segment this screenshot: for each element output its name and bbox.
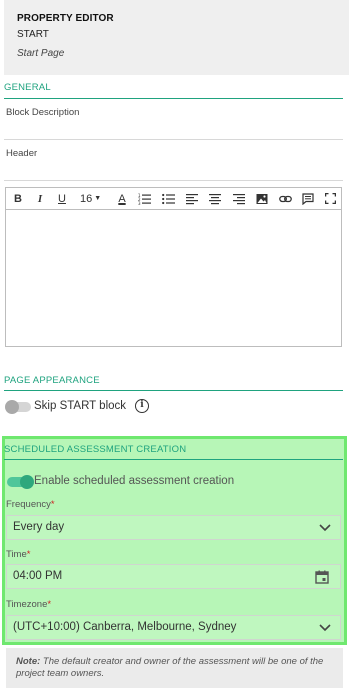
align-left-icon[interactable]: [186, 191, 200, 207]
scheduled-assessment-highlight: [2, 436, 347, 645]
comment-icon[interactable]: [302, 191, 316, 207]
editor-toolbar: B I U 16 ▼ A 123: [6, 188, 341, 210]
fullscreen-icon[interactable]: [325, 191, 339, 207]
caret-down-icon: ▼: [92, 195, 102, 202]
page-name: Start Page: [17, 48, 65, 59]
required-mark: *: [26, 549, 31, 560]
skip-start-toggle[interactable]: [5, 400, 31, 414]
timezone-label-text: Timezone: [6, 599, 48, 610]
info-icon[interactable]: i: [135, 399, 149, 413]
note-label: Note:: [16, 656, 41, 667]
skip-start-label: Skip START block: [34, 400, 127, 412]
toggle-knob: [5, 400, 19, 414]
svg-text:3: 3: [138, 201, 141, 205]
bullet-list-icon[interactable]: [162, 191, 176, 207]
block-name: START: [17, 29, 49, 40]
ordered-list-icon[interactable]: 123: [138, 191, 152, 207]
note-body: The default creator and owner of the ass…: [16, 656, 324, 679]
frequency-select[interactable]: Every day: [6, 515, 341, 540]
property-editor-header: PROPERTY EDITOR START Start Page: [4, 0, 349, 75]
timezone-value: (UTC+10:00) Canberra, Melbourne, Sydney: [13, 621, 237, 633]
font-color-button[interactable]: A: [115, 191, 129, 207]
general-section-title: GENERAL: [4, 82, 51, 93]
timezone-select[interactable]: (UTC+10:00) Canberra, Melbourne, Sydney: [6, 615, 341, 640]
font-size-select[interactable]: 16 ▼: [80, 191, 104, 207]
time-value: 04:00 PM: [13, 570, 63, 582]
chevron-down-icon: [319, 524, 331, 532]
required-mark: *: [47, 599, 52, 610]
header-field[interactable]: [4, 180, 343, 181]
time-label-text: Time: [6, 549, 27, 560]
frequency-label-text: Frequency: [6, 499, 51, 510]
chevron-down-icon: [319, 624, 331, 632]
timezone-label: Timezone*: [6, 599, 51, 610]
toggle-knob: [20, 475, 34, 489]
calendar-icon[interactable]: [315, 570, 329, 584]
page-appearance-section-title: PAGE APPEARANCE: [4, 375, 100, 386]
note-box: Note: The default creator and owner of t…: [6, 648, 343, 688]
page-appearance-section-rule: [4, 390, 343, 391]
time-input[interactable]: 04:00 PM: [6, 564, 341, 589]
image-icon[interactable]: [256, 191, 270, 207]
property-editor-title: PROPERTY EDITOR: [17, 13, 114, 24]
bold-button[interactable]: B: [12, 191, 24, 207]
block-description-field[interactable]: [4, 139, 343, 140]
link-icon[interactable]: [279, 191, 293, 207]
block-description-label: Block Description: [6, 107, 80, 118]
note-text: Note: The default creator and owner of t…: [16, 656, 336, 680]
frequency-value: Every day: [13, 521, 65, 533]
enable-scheduled-label: Enable scheduled assessment creation: [34, 475, 235, 487]
time-label: Time*: [6, 549, 30, 560]
font-size-value: 16: [80, 193, 93, 205]
scheduled-section-title: SCHEDULED ASSESSMENT CREATION: [4, 444, 187, 455]
required-mark: *: [50, 499, 55, 510]
editor-content-area[interactable]: [6, 210, 341, 346]
underline-button[interactable]: U: [56, 191, 68, 207]
general-section-rule: [4, 98, 343, 99]
align-right-icon[interactable]: [233, 191, 247, 207]
frequency-label: Frequency*: [6, 499, 55, 510]
italic-button[interactable]: I: [34, 191, 46, 207]
enable-scheduled-toggle[interactable]: [7, 475, 34, 489]
scheduled-section-rule: [4, 459, 343, 460]
rich-text-editor: B I U 16 ▼ A 123: [5, 187, 342, 347]
align-center-icon[interactable]: [209, 191, 223, 207]
header-label: Header: [6, 148, 38, 159]
